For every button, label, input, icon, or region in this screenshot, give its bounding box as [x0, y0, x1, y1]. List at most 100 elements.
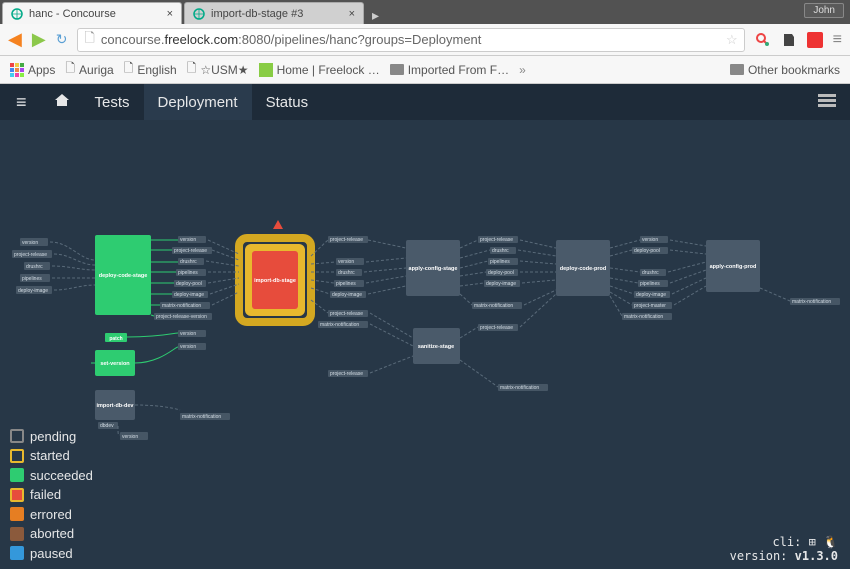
- svg-text:version: version: [180, 331, 196, 337]
- mid-res-col3: project-release drushrc pipelines deploy…: [472, 236, 548, 391]
- red-box-icon[interactable]: [807, 32, 823, 48]
- svg-text:project-master: project-master: [634, 303, 666, 309]
- tab-title: hanc - Concourse: [29, 8, 116, 20]
- svg-text:matrix-notification: matrix-notification: [320, 322, 359, 328]
- warning-icon: [273, 220, 283, 229]
- svg-text:version: version: [338, 259, 354, 265]
- footer: cli: ⊞ 🐧 version: v1.3.0: [730, 535, 838, 563]
- svg-text:deploy-image: deploy-image: [332, 292, 362, 298]
- svg-text:import-db-dev: import-db-dev: [97, 403, 135, 409]
- svg-text:version: version: [642, 237, 658, 243]
- apps-icon: [10, 63, 24, 77]
- svg-text:matrix-notification: matrix-notification: [474, 303, 513, 309]
- svg-text:import-db-stage: import-db-stage: [254, 278, 296, 284]
- bookmark-home[interactable]: Home | Freelock …: [259, 63, 380, 77]
- svg-text:drushrc: drushrc: [642, 270, 659, 276]
- svg-text:version: version: [180, 237, 196, 243]
- file-icon: 🗋: [65, 59, 75, 80]
- other-bookmarks[interactable]: Other bookmarks: [730, 63, 840, 77]
- svg-text:pipelines: pipelines: [336, 281, 356, 287]
- tab-title: import-db-stage #3: [211, 8, 303, 20]
- fl-icon: [259, 63, 273, 77]
- back-button[interactable]: ◀: [8, 29, 22, 50]
- mid-res-col4: version deploy-pool drushrc pipelines de…: [622, 236, 672, 320]
- svg-text:deploy-image: deploy-image: [174, 292, 204, 298]
- close-icon[interactable]: ×: [349, 8, 355, 20]
- res-final: matrix-notification: [790, 298, 840, 305]
- concourse-favicon: [193, 8, 205, 20]
- url-bar[interactable]: 🗋 concourse.freelock.com:8080/pipelines/…: [77, 28, 744, 52]
- svg-text:drushrc: drushrc: [26, 264, 43, 270]
- url-info-icon[interactable]: 🗋: [84, 29, 94, 51]
- linux-icon[interactable]: 🐧: [823, 535, 838, 549]
- job-import-db-dev[interactable]: import-db-dev: [95, 390, 135, 420]
- resource-dbdev[interactable]: dbdev: [98, 422, 118, 429]
- svg-text:project-release: project-release: [480, 237, 513, 243]
- windows-icon[interactable]: ⊞: [809, 535, 816, 549]
- nav-deployment[interactable]: Deployment: [144, 84, 252, 120]
- tab-1[interactable]: import-db-stage #3 ×: [184, 2, 364, 24]
- apps-button[interactable]: Apps: [10, 63, 55, 77]
- svg-text:apply-config-prod: apply-config-prod: [710, 264, 757, 270]
- job-import-db-stage[interactable]: import-db-stage: [239, 238, 311, 322]
- home-icon[interactable]: [43, 91, 81, 114]
- job-sanitize-stage[interactable]: sanitize-stage: [413, 328, 460, 364]
- res-matrix-bottom: matrix-notification: [180, 413, 230, 420]
- resource-patch[interactable]: patch: [105, 333, 127, 342]
- job-deploy-code-stage[interactable]: deploy-code-stage: [95, 235, 151, 315]
- job-set-version[interactable]: set-version: [95, 350, 135, 376]
- new-tab-button[interactable]: ▸: [364, 7, 387, 24]
- svg-text:project-release: project-release: [174, 248, 207, 254]
- bookmark-usm[interactable]: 🗋☆USM★: [187, 59, 249, 80]
- bookmark-english[interactable]: 🗋English: [124, 59, 177, 80]
- job-deploy-code-prod[interactable]: deploy-code-prod: [556, 240, 610, 296]
- bookmark-star-icon[interactable]: ☆: [726, 32, 738, 48]
- stack-icon[interactable]: [804, 94, 850, 111]
- svg-text:patch: patch: [109, 336, 122, 342]
- res-version-bottom: version: [120, 432, 148, 440]
- browser-toolbar: ◀ ▶ ↻ 🗋 concourse.freelock.com:8080/pipe…: [0, 24, 850, 56]
- folder-icon: [390, 64, 404, 75]
- user-badge[interactable]: John: [804, 3, 844, 18]
- svg-text:apply-config-stage: apply-config-stage: [409, 266, 458, 272]
- reload-button[interactable]: ↻: [56, 31, 68, 48]
- svg-text:pipelines: pipelines: [22, 276, 42, 282]
- chrome-menu-icon[interactable]: ≡: [833, 31, 842, 49]
- browser-tab-bar: hanc - Concourse × import-db-stage #3 × …: [0, 0, 850, 24]
- legend-started: started: [10, 446, 93, 466]
- nav-tests[interactable]: Tests: [81, 84, 144, 120]
- svg-text:dbdev: dbdev: [100, 423, 114, 429]
- bookmark-overflow[interactable]: »: [519, 63, 526, 77]
- mid-res-col2: project-release version drushrc pipeline…: [318, 236, 368, 377]
- svg-text:matrix-notification: matrix-notification: [792, 299, 831, 305]
- bookmark-auriga[interactable]: 🗋Auriga: [65, 59, 113, 80]
- svg-text:project-release: project-release: [330, 237, 363, 243]
- pipeline-graph: version project-release drushrc pipeline…: [0, 120, 850, 569]
- job-apply-config-prod[interactable]: apply-config-prod: [706, 240, 760, 292]
- svg-text:matrix-notification: matrix-notification: [624, 314, 663, 320]
- svg-text:pipelines: pipelines: [178, 270, 198, 276]
- job-apply-config-stage[interactable]: apply-config-stage: [406, 240, 460, 296]
- svg-text:sanitize-stage: sanitize-stage: [418, 344, 454, 350]
- forward-button[interactable]: ▶: [32, 29, 46, 50]
- mid-res-col1: version project-release drushrc pipeline…: [154, 236, 212, 350]
- legend-errored: errored: [10, 505, 93, 525]
- tab-0[interactable]: hanc - Concourse ×: [2, 2, 182, 24]
- svg-text:version: version: [22, 240, 38, 246]
- bookmark-imported[interactable]: Imported From F…: [390, 63, 509, 77]
- svg-text:deploy-image: deploy-image: [18, 288, 48, 294]
- extension-icons: ≡: [755, 31, 842, 49]
- file-icon: 🗋: [187, 59, 197, 80]
- svg-text:project-release: project-release: [480, 325, 513, 331]
- nav-status[interactable]: Status: [252, 84, 323, 120]
- menu-icon[interactable]: ≡: [0, 92, 43, 113]
- svg-text:deploy-code-stage: deploy-code-stage: [99, 273, 148, 279]
- svg-text:drushrc: drushrc: [180, 259, 197, 265]
- magnifier-icon[interactable]: [755, 32, 771, 48]
- pipeline-canvas[interactable]: version project-release drushrc pipeline…: [0, 120, 850, 569]
- svg-text:project-release-version: project-release-version: [156, 314, 207, 320]
- evernote-icon[interactable]: [781, 32, 797, 48]
- svg-text:drushrc: drushrc: [338, 270, 355, 276]
- svg-text:matrix-notification: matrix-notification: [162, 303, 201, 309]
- close-icon[interactable]: ×: [167, 8, 173, 20]
